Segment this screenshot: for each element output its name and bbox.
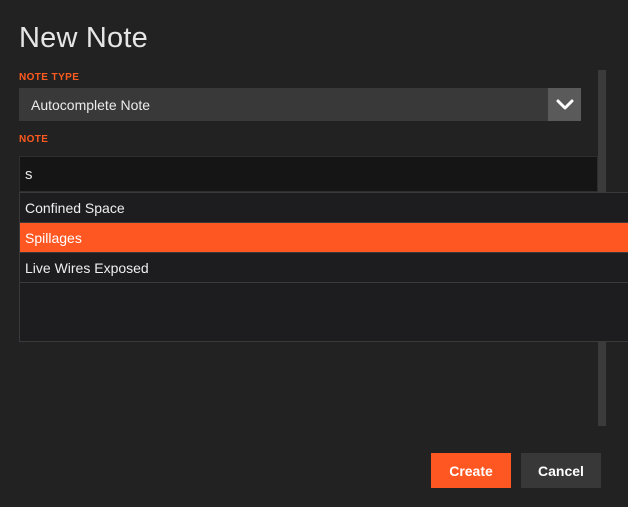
cancel-button[interactable]: Cancel xyxy=(521,453,601,488)
suggestion-confined-space[interactable]: Confined Space xyxy=(20,193,628,223)
note-input[interactable] xyxy=(19,156,598,192)
new-note-dialog: New Note NOTE TYPE Autocomplete Note NOT… xyxy=(0,0,628,507)
chevron-down-icon[interactable] xyxy=(548,88,581,121)
create-button[interactable]: Create xyxy=(431,453,511,488)
suggestion-live-wires-exposed[interactable]: Live Wires Exposed xyxy=(20,253,628,283)
note-type-select[interactable]: Autocomplete Note xyxy=(19,88,581,121)
note-type-selected-value: Autocomplete Note xyxy=(31,97,151,113)
suggestion-spillages[interactable]: Spillages xyxy=(20,223,628,253)
note-label: NOTE xyxy=(19,134,49,145)
dialog-title: New Note xyxy=(19,22,148,54)
autocomplete-dropdown: Confined Space Spillages Live Wires Expo… xyxy=(19,192,628,342)
note-type-label: NOTE TYPE xyxy=(19,72,80,83)
